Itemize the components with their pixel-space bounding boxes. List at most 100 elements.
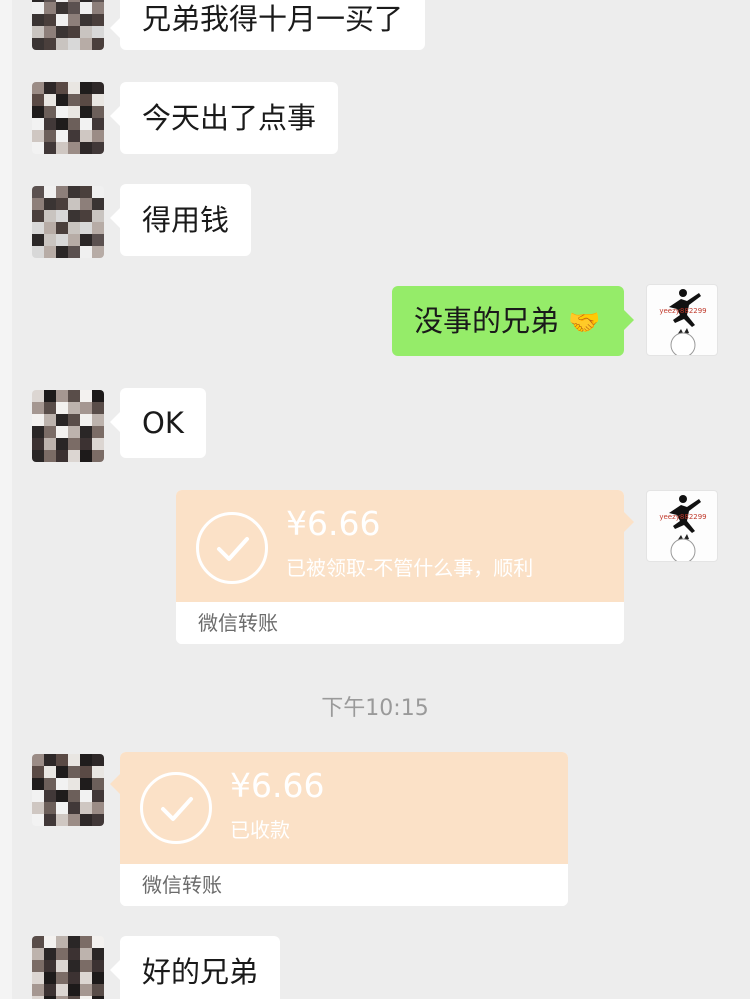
incoming-message[interactable]: 得用钱 — [109, 184, 252, 256]
avatar-pixel — [56, 972, 68, 984]
avatar-pixel — [32, 948, 44, 960]
transfer-label: 微信转账 — [198, 611, 278, 635]
transfer-amount: ¥6.66 — [230, 766, 325, 805]
avatar-pixel — [44, 948, 56, 960]
avatar-pixel — [80, 26, 92, 38]
avatar-pixel — [68, 222, 80, 234]
avatar-pixel — [80, 2, 92, 14]
contact-avatar[interactable] — [32, 82, 104, 154]
contact-avatar[interactable] — [32, 0, 104, 50]
avatar-pixel — [44, 414, 56, 426]
message-text: OK — [142, 406, 184, 440]
avatar-pixel — [44, 450, 56, 462]
avatar-pixel — [80, 246, 92, 258]
avatar-pixel — [92, 94, 104, 106]
avatar-pixel — [92, 766, 104, 778]
avatar-pixel — [92, 390, 104, 402]
contact-avatar[interactable] — [32, 186, 104, 258]
avatar-pixel — [92, 936, 104, 948]
avatar-pixel — [44, 142, 56, 154]
avatar-pixel — [92, 414, 104, 426]
avatar-pixel — [56, 960, 68, 972]
transfer-card-received[interactable]: ¥6.66 已收款 微信转账 — [110, 752, 568, 906]
avatar-pixel — [32, 390, 44, 402]
avatar-pixel — [80, 118, 92, 130]
self-avatar[interactable]: yeezy882299 — [646, 284, 718, 356]
transfer-note: 已收款 — [230, 818, 290, 842]
avatar-pixel — [68, 26, 80, 38]
avatar-pixel — [56, 936, 68, 948]
incoming-message[interactable]: OK — [110, 388, 206, 458]
avatar-pixel — [68, 38, 80, 50]
avatar-pixel — [56, 426, 68, 438]
avatar-pixel — [32, 82, 44, 94]
avatar-pixel — [32, 984, 44, 996]
self-avatar[interactable]: yeezy882299 — [646, 490, 718, 562]
avatar-pixel — [56, 802, 68, 814]
chat-screen: 兄弟我得十月一买了 今天出了点事 得用钱 没事的兄弟 🤝 yeezy882299… — [0, 0, 750, 999]
transfer-top: ¥6.66 已收款 — [120, 752, 568, 864]
avatar-pixel — [80, 14, 92, 26]
avatar-pixel — [32, 210, 44, 222]
avatar-pixel — [32, 414, 44, 426]
avatar-pixel — [32, 2, 44, 14]
incoming-message[interactable]: 好的兄弟 — [109, 936, 281, 999]
avatar-pixel — [44, 790, 56, 802]
jumpman-logo-icon — [669, 289, 701, 355]
avatar-pixel — [44, 802, 56, 814]
avatar-pixel — [92, 972, 104, 984]
incoming-message[interactable]: 兄弟我得十月一买了 — [109, 0, 426, 50]
avatar-pixel — [56, 210, 68, 222]
avatar-pixel — [92, 438, 104, 450]
avatar-pixel — [56, 984, 68, 996]
avatar-pixel — [44, 766, 56, 778]
avatar-pixel — [44, 14, 56, 26]
message-text: 兄弟我得十月一买了 — [142, 2, 404, 36]
avatar-pixel — [68, 802, 80, 814]
avatar-pixel — [80, 766, 92, 778]
avatar-pixel — [68, 936, 80, 948]
avatar-pixel — [44, 198, 56, 210]
avatar-pixel — [44, 210, 56, 222]
avatar-pixel — [56, 106, 68, 118]
avatar-pixel — [32, 106, 44, 118]
avatar-pixel — [92, 38, 104, 50]
avatar-pixel — [68, 390, 80, 402]
avatar-pixel — [44, 984, 56, 996]
avatar-pixel — [92, 2, 104, 14]
avatar-pixel — [68, 778, 80, 790]
avatar-pixel — [80, 222, 92, 234]
message-text: 今天出了点事 — [142, 101, 317, 135]
avatar-pixel — [32, 118, 44, 130]
avatar-pixel — [80, 778, 92, 790]
avatar-pixel — [68, 766, 80, 778]
avatar-pixel — [44, 94, 56, 106]
avatar-pixel — [44, 130, 56, 142]
avatar-pixel — [68, 426, 80, 438]
avatar-pixel — [92, 26, 104, 38]
screen-edge — [0, 0, 12, 999]
avatar-pixel — [80, 186, 92, 198]
avatar-pixel — [80, 38, 92, 50]
incoming-message[interactable]: 今天出了点事 — [109, 82, 339, 154]
avatar-pixel — [68, 130, 80, 142]
outgoing-message[interactable]: 没事的兄弟 🤝 — [392, 286, 634, 356]
avatar-pixel — [44, 234, 56, 246]
avatar-pixel — [92, 790, 104, 802]
avatar-pixel — [92, 222, 104, 234]
contact-avatar[interactable] — [32, 936, 104, 999]
avatar-pixel — [68, 984, 80, 996]
avatar-pixel — [56, 94, 68, 106]
avatar-pixel — [92, 814, 104, 826]
transfer-card-sent[interactable]: ¥6.66 已被领取-不管什么事，顺利 微信转账 — [176, 490, 634, 644]
avatar-pixel — [92, 802, 104, 814]
contact-avatar[interactable] — [32, 754, 104, 826]
avatar-pixel — [56, 222, 68, 234]
avatar-pixel — [80, 402, 92, 414]
contact-avatar[interactable] — [32, 390, 104, 462]
avatar-pixel — [44, 426, 56, 438]
avatar-pixel — [32, 198, 44, 210]
avatar-pixel — [80, 814, 92, 826]
avatar-pixel — [44, 972, 56, 984]
avatar-pixel — [32, 972, 44, 984]
